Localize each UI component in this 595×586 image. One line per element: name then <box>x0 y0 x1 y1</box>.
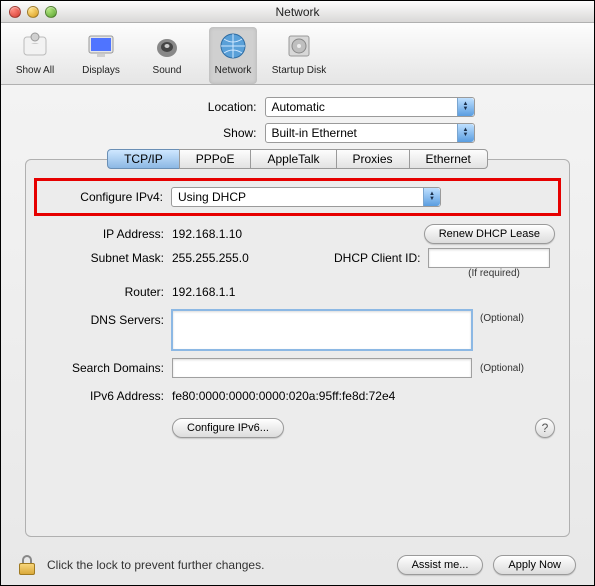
chevron-updown-icon: ▲▼ <box>423 188 440 206</box>
disk-icon <box>282 29 316 63</box>
toolbar-startup-disk[interactable]: Startup Disk <box>275 27 323 84</box>
location-label: Location: <box>121 100 257 114</box>
tab-tcpip[interactable]: TCP/IP <box>107 149 180 169</box>
tab-label: Proxies <box>353 152 393 166</box>
subnet-mask-label: Subnet Mask: <box>40 251 164 265</box>
tab-label: PPPoE <box>196 152 235 166</box>
content-area: Location: Automatic ▲▼ Show: Built-in Et… <box>1 85 594 545</box>
tab-appletalk[interactable]: AppleTalk <box>250 149 336 169</box>
location-value: Automatic <box>272 100 325 114</box>
traffic-lights <box>1 6 57 18</box>
configure-ipv6-button[interactable]: Configure IPv6... <box>172 418 284 438</box>
globe-icon <box>216 29 250 63</box>
tab-label: AppleTalk <box>267 152 319 166</box>
dns-servers-label: DNS Servers: <box>40 310 164 327</box>
subnet-mask-value: 255.255.255.0 <box>172 251 282 265</box>
footer: Click the lock to prevent further change… <box>1 545 594 585</box>
speaker-icon <box>150 29 184 63</box>
toolbar-displays[interactable]: Displays <box>77 27 125 84</box>
help-button[interactable]: ? <box>535 418 555 438</box>
renew-dhcp-button[interactable]: Renew DHCP Lease <box>424 224 555 244</box>
toolbar: Show All Displays Sound Network Startup … <box>1 23 594 85</box>
router-value: 192.168.1.1 <box>172 285 235 299</box>
ipv6-address-label: IPv6 Address: <box>40 389 164 403</box>
chevron-updown-icon: ▲▼ <box>457 98 474 116</box>
dns-hint: (Optional) <box>480 310 524 324</box>
tab-label: Ethernet <box>426 152 471 166</box>
close-icon[interactable] <box>9 6 21 18</box>
ip-address-label: IP Address: <box>40 227 164 241</box>
search-hint: (Optional) <box>480 363 524 374</box>
dns-servers-input[interactable] <box>172 310 472 350</box>
search-domains-label: Search Domains: <box>40 361 164 375</box>
dhcp-client-id-label: DHCP Client ID: <box>334 251 420 265</box>
toolbar-label: Displays <box>82 65 120 76</box>
lock-icon[interactable] <box>19 555 37 575</box>
ipv6-address-value: fe80:0000:0000:0000:020a:95ff:fe8d:72e4 <box>172 389 395 403</box>
tabbar: TCP/IP PPPoE AppleTalk Proxies Ethernet <box>40 149 555 169</box>
show-label: Show: <box>121 126 257 140</box>
configure-ipv4-value: Using DHCP <box>178 190 246 204</box>
router-label: Router: <box>40 285 164 299</box>
dhcp-client-hint: (If required) <box>433 268 555 279</box>
display-icon <box>84 29 118 63</box>
switch-icon <box>18 29 52 63</box>
toolbar-label: Sound <box>153 65 182 76</box>
network-prefpane-window: Network Show All Displays Sound Network <box>0 0 595 586</box>
search-domains-input[interactable] <box>172 358 472 378</box>
configure-ipv4-label: Configure IPv4: <box>39 190 163 204</box>
configure-ipv4-select[interactable]: Using DHCP ▲▼ <box>171 187 441 207</box>
minimize-icon[interactable] <box>27 6 39 18</box>
zoom-icon[interactable] <box>45 6 57 18</box>
tab-label: TCP/IP <box>124 152 163 166</box>
titlebar: Network <box>1 1 594 23</box>
toolbar-network[interactable]: Network <box>209 27 257 84</box>
toolbar-show-all[interactable]: Show All <box>11 27 59 84</box>
apply-now-button[interactable]: Apply Now <box>493 555 576 575</box>
show-select[interactable]: Built-in Ethernet ▲▼ <box>265 123 475 143</box>
tab-ethernet[interactable]: Ethernet <box>409 149 488 169</box>
toolbar-sound[interactable]: Sound <box>143 27 191 84</box>
tab-proxies[interactable]: Proxies <box>336 149 410 169</box>
tabs-panel: TCP/IP PPPoE AppleTalk Proxies Ethernet … <box>25 159 570 537</box>
tab-pppoe[interactable]: PPPoE <box>179 149 252 169</box>
toolbar-label: Show All <box>16 65 54 76</box>
window-title: Network <box>1 5 594 19</box>
assist-me-button[interactable]: Assist me... <box>397 555 484 575</box>
dhcp-client-id-input[interactable] <box>428 248 550 268</box>
toolbar-label: Startup Disk <box>272 65 326 76</box>
chevron-updown-icon: ▲▼ <box>457 124 474 142</box>
toolbar-label: Network <box>215 65 252 76</box>
lock-text: Click the lock to prevent further change… <box>47 558 387 572</box>
location-select[interactable]: Automatic ▲▼ <box>265 97 475 117</box>
ip-address-value: 192.168.1.10 <box>172 227 416 241</box>
highlight-configure-ipv4: Configure IPv4: Using DHCP ▲▼ <box>34 178 561 216</box>
show-value: Built-in Ethernet <box>272 126 357 140</box>
